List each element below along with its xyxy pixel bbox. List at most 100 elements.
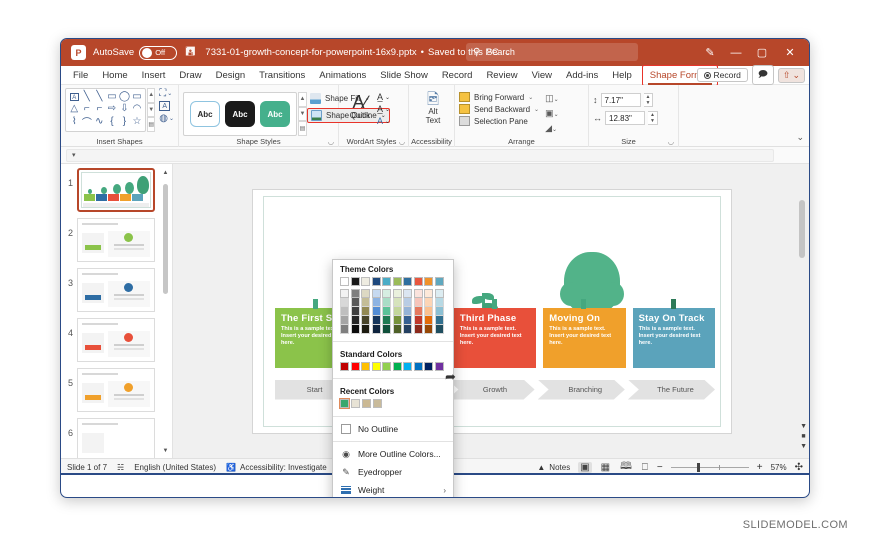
step-card[interactable]: Third Phase This is a sample text. Inser… (453, 298, 537, 368)
shape-style-thumb-1[interactable]: Abc (190, 101, 220, 127)
tab-slide-show[interactable]: Slide Show (373, 66, 435, 85)
theme-swatch[interactable] (340, 277, 349, 286)
scroll-down-icon[interactable]: ▼ (147, 102, 156, 118)
thumbnail-row[interactable]: 2 (61, 218, 172, 262)
theme-variant-swatch[interactable] (350, 325, 360, 334)
theme-variant-swatch[interactable] (340, 307, 349, 316)
theme-variant-swatch[interactable] (392, 307, 402, 316)
theme-variant-swatch[interactable] (382, 316, 391, 325)
theme-variant-swatch[interactable] (413, 289, 423, 298)
slide-pane-scrollbar[interactable] (798, 168, 807, 454)
normal-view-icon[interactable]: ▣ (578, 461, 592, 473)
slide-thumbnail-pane[interactable]: 1 2 3 4 5 6 ▲ ▼ (61, 164, 173, 458)
merge-shapes-icon[interactable]: ◍ ⌄ (159, 113, 174, 124)
slide-thumbnail-2[interactable] (77, 218, 155, 262)
shape-textbox-icon[interactable]: A (69, 92, 79, 101)
theme-swatch[interactable] (350, 277, 360, 286)
slide-thumbnail-1[interactable] (77, 168, 155, 212)
theme-variant-swatch[interactable] (340, 289, 349, 298)
shape-height-input[interactable]: 7.17" (600, 93, 641, 107)
scroll-more-icon[interactable]: ▤ (147, 117, 156, 133)
process-step[interactable]: Branching (538, 380, 625, 400)
theme-variant-swatch[interactable] (392, 325, 402, 334)
tab-home[interactable]: Home (95, 66, 134, 85)
theme-variant-swatch[interactable] (392, 298, 402, 307)
send-backward-button[interactable]: Send Backward ⌄ (459, 104, 539, 114)
slide-count-status[interactable]: Slide 1 of 7 (67, 463, 107, 472)
current-slide[interactable]: The First Step This is a sample text. In… (252, 188, 732, 434)
shape-styles-gallery[interactable]: Abc Abc Abc (183, 92, 297, 136)
size-dialog-launcher[interactable]: ◡ (668, 138, 674, 146)
standard-swatch[interactable] (382, 362, 391, 371)
shape-down-arrow-icon[interactable]: ⇩ (120, 103, 128, 114)
send-backward-caret[interactable]: ⌄ (534, 106, 539, 113)
slide-sorter-icon[interactable]: ▦ (600, 462, 611, 473)
zoom-level-label[interactable]: 57% (771, 463, 787, 472)
shape-width-stepper[interactable]: ▲ ▼ (648, 111, 658, 125)
maximize-button[interactable]: ▢ (749, 39, 775, 66)
theme-variant-swatch[interactable] (392, 289, 402, 298)
recent-swatch[interactable] (339, 398, 350, 409)
theme-variant-swatch[interactable] (413, 325, 423, 334)
theme-variant-swatch[interactable] (424, 316, 433, 325)
theme-variant-swatch[interactable] (424, 289, 433, 298)
slide-thumbnail-5[interactable] (77, 368, 155, 412)
save-icon[interactable]: 🖪 (185, 42, 195, 63)
tab-help[interactable]: Help (605, 66, 639, 85)
thumbnail-row[interactable]: 3 (61, 268, 172, 312)
theme-variant-swatch[interactable] (434, 316, 444, 325)
previous-slide-icon[interactable]: ▼ (800, 423, 807, 430)
shape-style-thumb-2[interactable]: Abc (225, 101, 255, 127)
autosave-toggle[interactable]: Off (139, 45, 178, 60)
theme-variant-swatch[interactable] (361, 307, 370, 316)
theme-variant-swatch[interactable] (371, 316, 381, 325)
theme-variant-swatch[interactable] (424, 307, 433, 316)
theme-swatch[interactable] (434, 277, 444, 286)
standard-colors-grid[interactable] (333, 362, 453, 375)
theme-swatch[interactable] (382, 277, 391, 286)
shape-outline-dropdown-menu[interactable]: Theme Colors Standard Colors Recent Colo… (332, 259, 454, 497)
share-button[interactable]: ⇧ ⌄ (777, 67, 805, 83)
accessibility-status[interactable]: ♿ Accessibility: Investigate (226, 463, 327, 472)
theme-variant-swatch[interactable] (424, 298, 433, 307)
recent-swatch[interactable] (351, 399, 360, 408)
theme-swatch[interactable] (403, 277, 412, 286)
text-box-icon[interactable]: A (159, 101, 171, 111)
shape-right-brace-icon[interactable]: } (123, 116, 126, 127)
slide-editing-pane[interactable]: The First Step This is a sample text. In… (173, 164, 809, 458)
fit-slide-icon[interactable]: ✣ (795, 462, 803, 473)
shape-rounded-rect-icon[interactable]: ▭ (132, 91, 141, 102)
theme-swatch[interactable] (371, 277, 381, 286)
tab-add-ins[interactable]: Add-ins (559, 66, 605, 85)
tab-draw[interactable]: Draw (172, 66, 208, 85)
slide-marker-icon[interactable]: ■ (801, 433, 805, 440)
shapes-gallery-scroll[interactable]: ▲ ▼ ▤ (147, 88, 156, 133)
shape-style-thumb-3[interactable]: Abc (260, 101, 290, 127)
standard-swatch[interactable] (403, 362, 412, 371)
shape-line-icon[interactable]: ╲ (84, 91, 90, 102)
theme-variant-swatch[interactable] (350, 289, 360, 298)
shape-star-icon[interactable]: ☆ (133, 116, 142, 127)
theme-variant-swatch[interactable] (350, 307, 360, 316)
theme-variant-swatch[interactable] (371, 298, 381, 307)
menu-item-weight[interactable]: Weight › (333, 481, 453, 497)
standard-swatch[interactable] (350, 362, 360, 371)
theme-variant-swatch[interactable] (413, 316, 423, 325)
theme-variant-swatch[interactable] (340, 325, 349, 334)
shape-rectangle-icon[interactable]: ▭ (107, 91, 116, 102)
align-button[interactable]: ◫⌄ (545, 93, 559, 104)
theme-variant-swatch[interactable] (361, 316, 370, 325)
edit-shape-icon[interactable]: ⛶ ⌄ (159, 88, 174, 99)
menu-item-more-outline-colors[interactable]: ◉ More Outline Colors... (333, 445, 453, 463)
shape-styles-scroll[interactable]: ▲ ▼ ▤ (298, 92, 307, 137)
slide-pane-scroll-thumb[interactable] (799, 200, 805, 258)
step-card[interactable]: Moving On This is a sample text. Insert … (543, 298, 626, 368)
menu-item-no-outline[interactable]: No Outline (333, 420, 453, 438)
standard-swatch[interactable] (371, 362, 381, 371)
theme-variant-swatch[interactable] (403, 316, 412, 325)
text-outline-button[interactable]: A̲ ⌄ (377, 104, 390, 114)
recent-swatch[interactable] (373, 399, 382, 408)
slide-thumbnail-6[interactable] (77, 418, 155, 458)
slideshow-icon[interactable]: ⎕ (641, 462, 649, 473)
shape-triangle-icon[interactable]: △ (70, 103, 78, 114)
